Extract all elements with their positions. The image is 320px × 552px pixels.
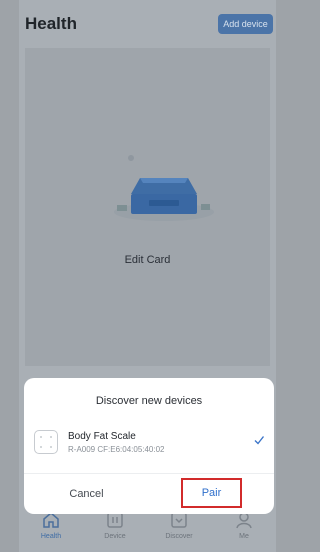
device-name: Body Fat Scale (68, 431, 136, 442)
health-card[interactable]: Edit Card (25, 48, 270, 366)
discover-devices-dialog: Discover new devices Body Fat Scale R-A0… (24, 378, 274, 514)
scale-icon (34, 430, 58, 454)
page-title: Health (25, 14, 77, 33)
edit-card-label[interactable]: Edit Card (25, 254, 270, 266)
check-icon (254, 436, 265, 445)
cancel-button[interactable]: Cancel (24, 474, 149, 514)
tab-label: Me (239, 533, 249, 540)
backdrop-left (0, 0, 19, 552)
device-list-item[interactable]: Body Fat Scale R-A009 CF:E6:04:05:40:02 (24, 424, 274, 472)
add-device-button[interactable]: Add device (218, 14, 273, 34)
pair-button[interactable]: Pair (181, 478, 242, 508)
tab-label: Device (104, 533, 126, 540)
tab-label: Discover (165, 533, 193, 540)
device-id: R-A009 CF:E6:04:05:40:02 (68, 445, 165, 454)
empty-tray-illustration (114, 155, 214, 221)
backdrop-right (276, 0, 286, 552)
dialog-title: Discover new devices (95, 395, 203, 407)
tab-label: Health (40, 533, 62, 540)
